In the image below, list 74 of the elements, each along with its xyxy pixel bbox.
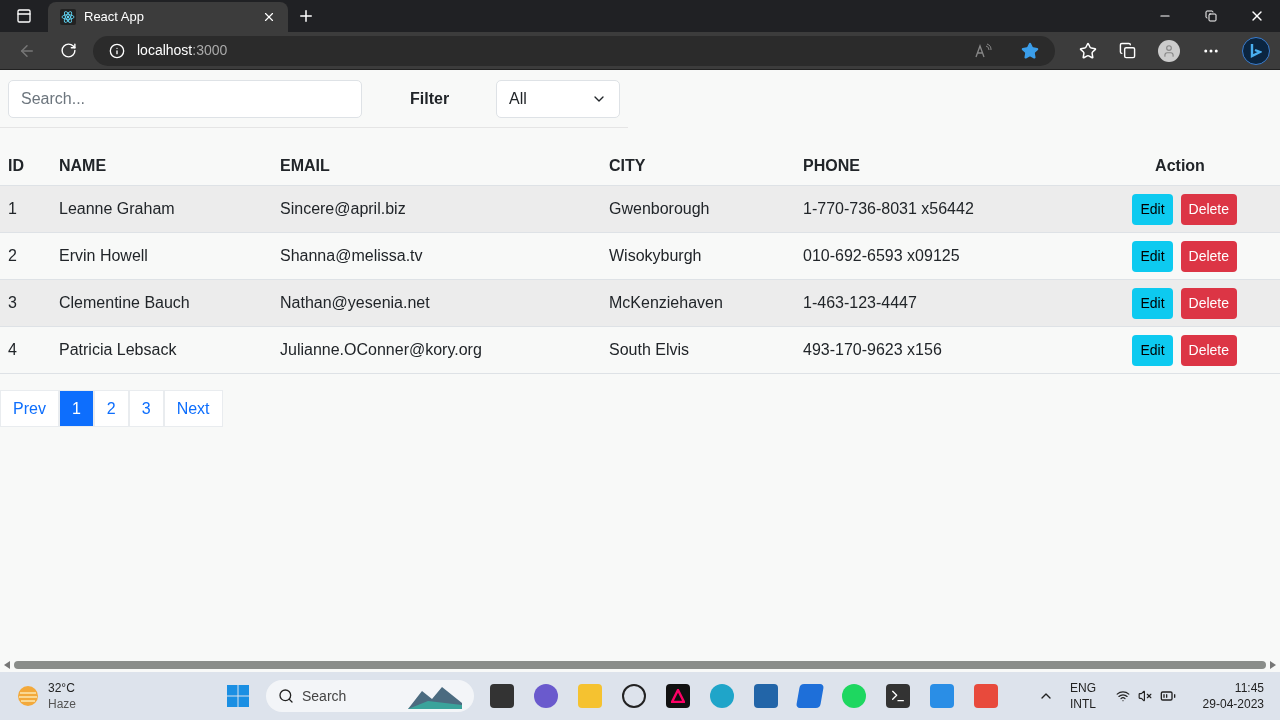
- table-cell: Sincere@april.biz: [280, 200, 406, 217]
- language[interactable]: ENG: [1070, 680, 1096, 696]
- taskbar-search[interactable]: Search: [266, 680, 474, 712]
- edit-button[interactable]: Edit: [1132, 193, 1173, 225]
- table-cell: Wisokyburgh: [609, 247, 702, 264]
- table-cell: 1-770-736-8031 x56442: [803, 200, 974, 217]
- atom-icon: [60, 9, 76, 25]
- browser-tab[interactable]: React App: [48, 2, 288, 32]
- column-header: Action: [1155, 156, 1205, 174]
- read-aloud-icon[interactable]: [975, 42, 993, 59]
- favorites-icon[interactable]: [1079, 41, 1097, 60]
- profile-avatar[interactable]: [1158, 39, 1180, 62]
- table-cell: McKenziehaven: [609, 294, 723, 311]
- table-cell: Ervin Howell: [59, 247, 148, 264]
- copilot-icon[interactable]: [1242, 36, 1270, 65]
- edit-button[interactable]: Edit: [1132, 287, 1173, 319]
- table-cell: 1: [8, 200, 17, 217]
- column-header: ID: [8, 156, 24, 174]
- table-cell: Gwenborough: [609, 200, 710, 217]
- filter-label: Filter: [410, 88, 451, 109]
- reload-icon[interactable]: [60, 42, 77, 59]
- scrollbar-thumb[interactable]: [14, 661, 1266, 669]
- keyboard-layout[interactable]: INTL: [1070, 696, 1096, 712]
- table-cell: Julianne.OConner@kory.org: [280, 341, 482, 358]
- address-bar[interactable]: localhost:3000: [93, 35, 1055, 66]
- table-cell: 010-692-6593 x09125: [803, 247, 960, 264]
- info-icon[interactable]: [109, 42, 125, 59]
- new-tab-icon[interactable]: [297, 7, 315, 25]
- clock-date[interactable]: 29-04-2023: [1202, 696, 1264, 712]
- favorite-star-icon[interactable]: [1021, 41, 1039, 60]
- table-cell: 4: [8, 341, 17, 358]
- edit-button[interactable]: Edit: [1132, 240, 1173, 272]
- table-cell: Patricia Lebsack: [59, 341, 177, 358]
- table-cell: 493-170-9623 x156: [803, 341, 942, 358]
- table-cell: 3: [8, 294, 17, 311]
- page-link[interactable]: Next: [163, 390, 223, 427]
- page-link[interactable]: 2: [93, 390, 129, 427]
- mute-icon[interactable]: [1138, 689, 1152, 703]
- restore-icon[interactable]: [1205, 10, 1217, 22]
- weather-condition: Haze: [48, 696, 76, 712]
- delete-button[interactable]: Delete: [1180, 287, 1237, 319]
- delete-button[interactable]: Delete: [1180, 193, 1237, 225]
- tab-title: React App: [84, 8, 145, 27]
- table-cell: Leanne Graham: [59, 200, 175, 217]
- search-field[interactable]: Search...: [8, 79, 362, 118]
- battery-icon[interactable]: [1160, 688, 1176, 704]
- triangle-app-icon[interactable]: [666, 684, 690, 708]
- haze-sun-icon: [16, 684, 40, 708]
- temperature: 32°C: [48, 680, 76, 696]
- terminal-icon[interactable]: [886, 684, 910, 708]
- table-cell: Clementine Bauch: [59, 294, 190, 311]
- table-cell: Nathan@yesenia.net: [280, 294, 430, 311]
- table-cell: Shanna@melissa.tv: [280, 247, 423, 264]
- tab-actions-icon[interactable]: [16, 8, 32, 24]
- table-cell: South Elvis: [609, 341, 690, 358]
- clock-time[interactable]: 11:45: [1234, 680, 1264, 696]
- filter-select[interactable]: All: [496, 79, 620, 118]
- column-header: EMAIL: [280, 156, 330, 174]
- column-header: NAME: [59, 156, 107, 174]
- page-link[interactable]: 3: [128, 390, 164, 427]
- page-link[interactable]: 1: [58, 390, 94, 427]
- column-header: CITY: [609, 156, 646, 174]
- close-icon[interactable]: [262, 10, 276, 24]
- delete-button[interactable]: Delete: [1180, 240, 1237, 272]
- page-link[interactable]: Prev: [0, 390, 59, 427]
- table-cell: 1-463-123-4447: [803, 294, 917, 311]
- start-icon[interactable]: [226, 684, 250, 708]
- column-header: PHONE: [803, 156, 860, 174]
- edit-button[interactable]: Edit: [1132, 334, 1173, 366]
- wifi-icon[interactable]: [1116, 689, 1130, 703]
- search-icon: [278, 688, 294, 704]
- collections-icon[interactable]: [1119, 42, 1136, 59]
- table-cell: 2: [8, 247, 17, 264]
- delete-button[interactable]: Delete: [1180, 334, 1237, 366]
